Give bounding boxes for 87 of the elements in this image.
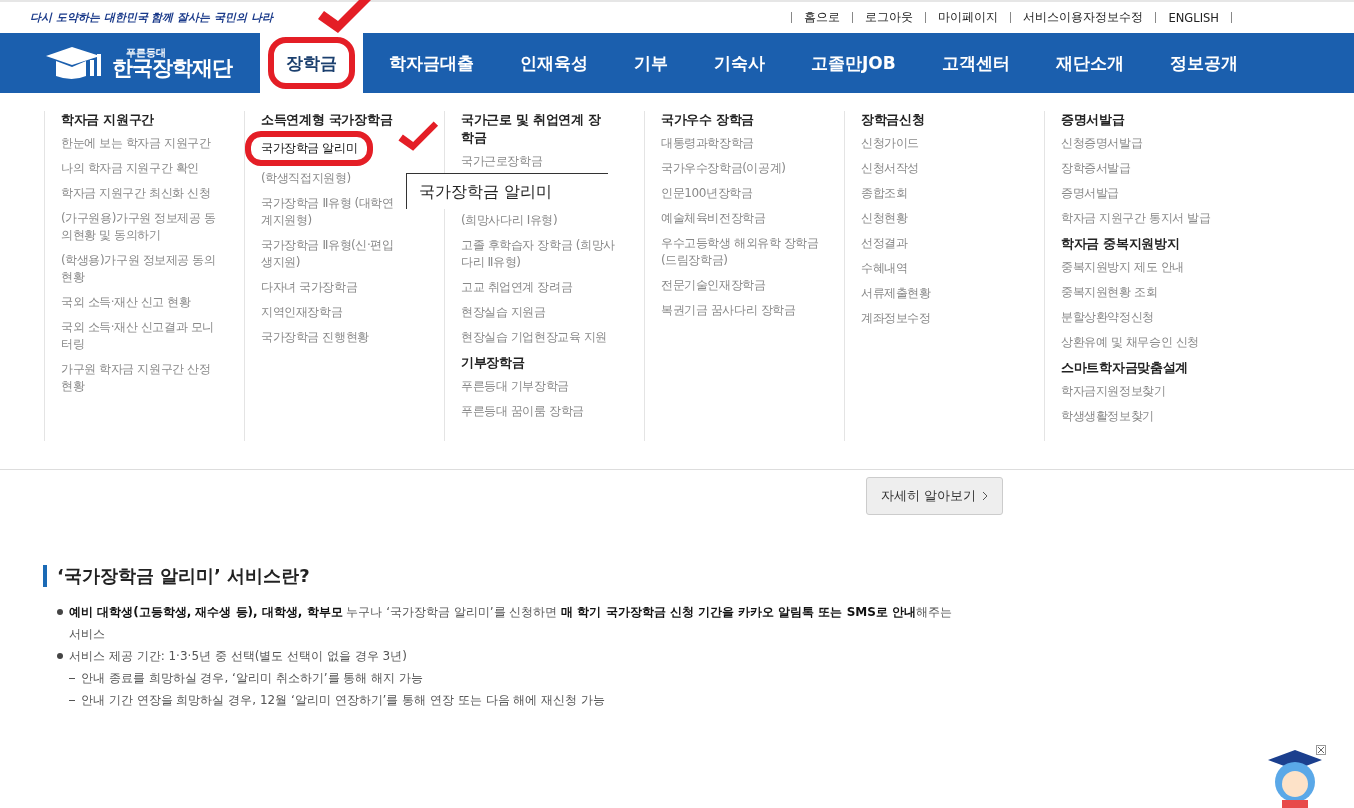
menu-heading: 학자금 중복지원방지	[1061, 235, 1181, 253]
menu-item[interactable]: 현장실습 지원금	[461, 304, 546, 321]
bullet-icon	[57, 653, 63, 659]
nav-tab[interactable]: 학자금대출	[366, 33, 497, 93]
dash-icon	[69, 700, 75, 702]
menu-item[interactable]: 종합조회	[861, 185, 908, 202]
menu-item[interactable]: 국가장학금 Ⅱ유형 (대학연계지원형)	[261, 195, 401, 229]
nav-tab[interactable]: 인재육성	[497, 33, 611, 93]
menu-item[interactable]: 국가장학금 진행현황	[261, 329, 369, 346]
dash-icon	[69, 678, 75, 680]
menu-heading: 소득연계형 국가장학금	[261, 111, 394, 129]
menu-item[interactable]: 국가장학금 Ⅱ유형(신·편입생지원)	[261, 237, 401, 271]
menu-item[interactable]: 푸른등대 기부장학금	[461, 378, 569, 395]
nav-tab[interactable]: 기부	[611, 33, 691, 93]
menu-item[interactable]: 고졸 후학습자 장학금 (희망사다리 Ⅱ유형)	[461, 237, 621, 271]
top-link[interactable]: 로그아웃	[865, 10, 914, 25]
menu-item[interactable]: 선정결과	[861, 235, 908, 252]
menu-item[interactable]: 신청현황	[861, 210, 908, 227]
menu-item[interactable]: 증명서발급	[1061, 185, 1119, 202]
menu-heading: 장학금신청	[861, 111, 926, 129]
top-link[interactable]: ENGLISH	[1168, 10, 1219, 25]
menu-item[interactable]: 다자녀 국가장학금	[261, 279, 358, 296]
nav-tab[interactable]: 장학금	[260, 33, 363, 93]
more-button[interactable]: 자세히 알아보기	[866, 477, 1003, 515]
section-title: ‘국가장학금 알리미’ 서비스란?	[43, 565, 1354, 587]
nav-tab[interactable]: 재단소개	[1032, 33, 1147, 93]
nav-tab[interactable]: 정보공개	[1146, 33, 1261, 93]
menu-item[interactable]: (학생용)가구원 정보제공 동의현황	[61, 252, 221, 286]
menu-item[interactable]: 국가근로장학금	[461, 153, 543, 170]
menu-heading: 학자금 지원구간	[61, 111, 156, 129]
top-link[interactable]: 서비스이용자정보수정	[1023, 10, 1144, 25]
menu-heading: 국가근로 및 취업연계 장학금	[461, 111, 602, 147]
menu-item[interactable]: 장학증서발급	[1061, 160, 1131, 177]
menu-item[interactable]: (가구원용)가구원 정보제공 동의현황 및 동의하기	[61, 210, 221, 244]
menu-item[interactable]: 국외 소득·재산 신고결과 모니터링	[61, 319, 221, 353]
menu-item[interactable]: 학자금 지원구간 통지서 발급	[1061, 210, 1211, 227]
menu-heading: 국가우수 장학금	[661, 111, 756, 129]
tooltip: 국가장학금 알리미	[406, 173, 608, 209]
menu-item[interactable]: 학생생활정보찾기	[1061, 408, 1154, 425]
menu-item[interactable]: 고교 취업연계 장려금	[461, 279, 573, 296]
close-icon[interactable]	[1316, 745, 1326, 755]
menu-item[interactable]: 나의 학자금 지원구간 확인	[61, 160, 199, 177]
menu-item[interactable]: 현장실습 기업현장교육 지원	[461, 329, 608, 346]
menu-item[interactable]: 중복지원현황 조회	[1061, 284, 1158, 301]
menu-item[interactable]: 중복지원방지 제도 안내	[1061, 259, 1184, 276]
menu-item[interactable]: 국가우수장학금(이공계)	[661, 160, 786, 177]
chevron-right-icon	[982, 491, 988, 501]
menu-item[interactable]: 전문기술인재장학금	[661, 277, 766, 294]
menu-item[interactable]: 학자금지원정보찾기	[1061, 383, 1166, 400]
menu-item[interactable]: 푸른등대 꿈이룸 장학금	[461, 403, 584, 420]
bullet-text: 예비 대학생(고등학생, 재수생 등), 대학생, 학부모 누구나 ‘국가장학금 알리미’를 신청하면 매 학기 국가장학금 신청 기간을 카카오 알림톡 또는 SMS로 안내해주는 서비스	[69, 604, 954, 643]
menu-item[interactable]: 인문100년장학금	[661, 185, 753, 202]
menu-heading: 스마트학자금맞춤설계	[1061, 359, 1189, 377]
menu-item[interactable]: 국외 소득·재산 신고 현황	[61, 294, 191, 311]
menu-item[interactable]: 우수고등학생 해외유학 장학금(드림장학금)	[661, 235, 821, 269]
nav-tab[interactable]: 고졸만JOB	[788, 33, 919, 93]
top-link[interactable]: 홈으로	[804, 10, 841, 25]
menu-item[interactable]: 신청증명서발급	[1061, 135, 1143, 152]
bullet-text: 서비스 제공 기간: 1·3·5년 중 선택(별도 선택이 없을 경우 3년)	[69, 648, 407, 665]
menu-item[interactable]: 계좌정보수정	[861, 310, 931, 327]
slogan-text: 다시 도약하는 대한민국 함께 잘사는 국민의 나라	[30, 10, 273, 25]
top-link[interactable]: 마이페이지	[938, 10, 999, 25]
menu-heading: 기부장학금	[461, 354, 526, 372]
logo-name: 한국장학재단	[112, 57, 232, 79]
bullet-text: 안내 기간 연장을 희망하실 경우, 12월 ‘알리미 연장하기’를 통해 연장 또는 다음 해에 재신청 가능	[81, 692, 606, 709]
nav-tab[interactable]: 고객센터	[918, 33, 1033, 93]
menu-item[interactable]: 지역인재장학금	[261, 304, 343, 321]
nav-tab[interactable]: 기숙사	[691, 33, 788, 93]
menu-item[interactable]: 대통령과학장학금	[661, 135, 754, 152]
menu-item[interactable]: 한눈에 보는 학자금 지원구간	[61, 135, 211, 152]
menu-item[interactable]: 서류제출현황	[861, 285, 931, 302]
menu-item[interactable]: 신청가이드	[861, 135, 919, 152]
menu-item[interactable]: 예술체육비전장학금	[661, 210, 766, 227]
menu-item[interactable]: 수혜내역	[861, 260, 908, 277]
menu-item[interactable]: 국가장학금 알리미	[245, 131, 374, 166]
menu-item[interactable]: (학생직접지원형)	[261, 170, 351, 187]
menu-item[interactable]: (희망사다리 Ⅰ유형)	[461, 212, 558, 229]
menu-item[interactable]: 복권기금 꿈사다리 장학금	[661, 302, 796, 319]
menu-item[interactable]: 학자금 지원구간 최신화 신청	[61, 185, 211, 202]
bullet-icon	[57, 609, 63, 615]
menu-item[interactable]: 상환유예 및 채무승인 신청	[1061, 334, 1199, 351]
bullet-text: 안내 종료를 희망하실 경우, ‘알리미 취소하기’를 통해 해지 가능	[81, 670, 423, 687]
menu-item[interactable]: 분할상환약정신청	[1061, 309, 1154, 326]
menu-item[interactable]: 신청서작성	[861, 160, 919, 177]
logo-tagline: 푸른등대	[126, 47, 166, 58]
menu-item[interactable]: 가구원 학자금 지원구간 산정 현황	[61, 361, 221, 395]
menu-heading: 증명서발급	[1061, 111, 1126, 129]
